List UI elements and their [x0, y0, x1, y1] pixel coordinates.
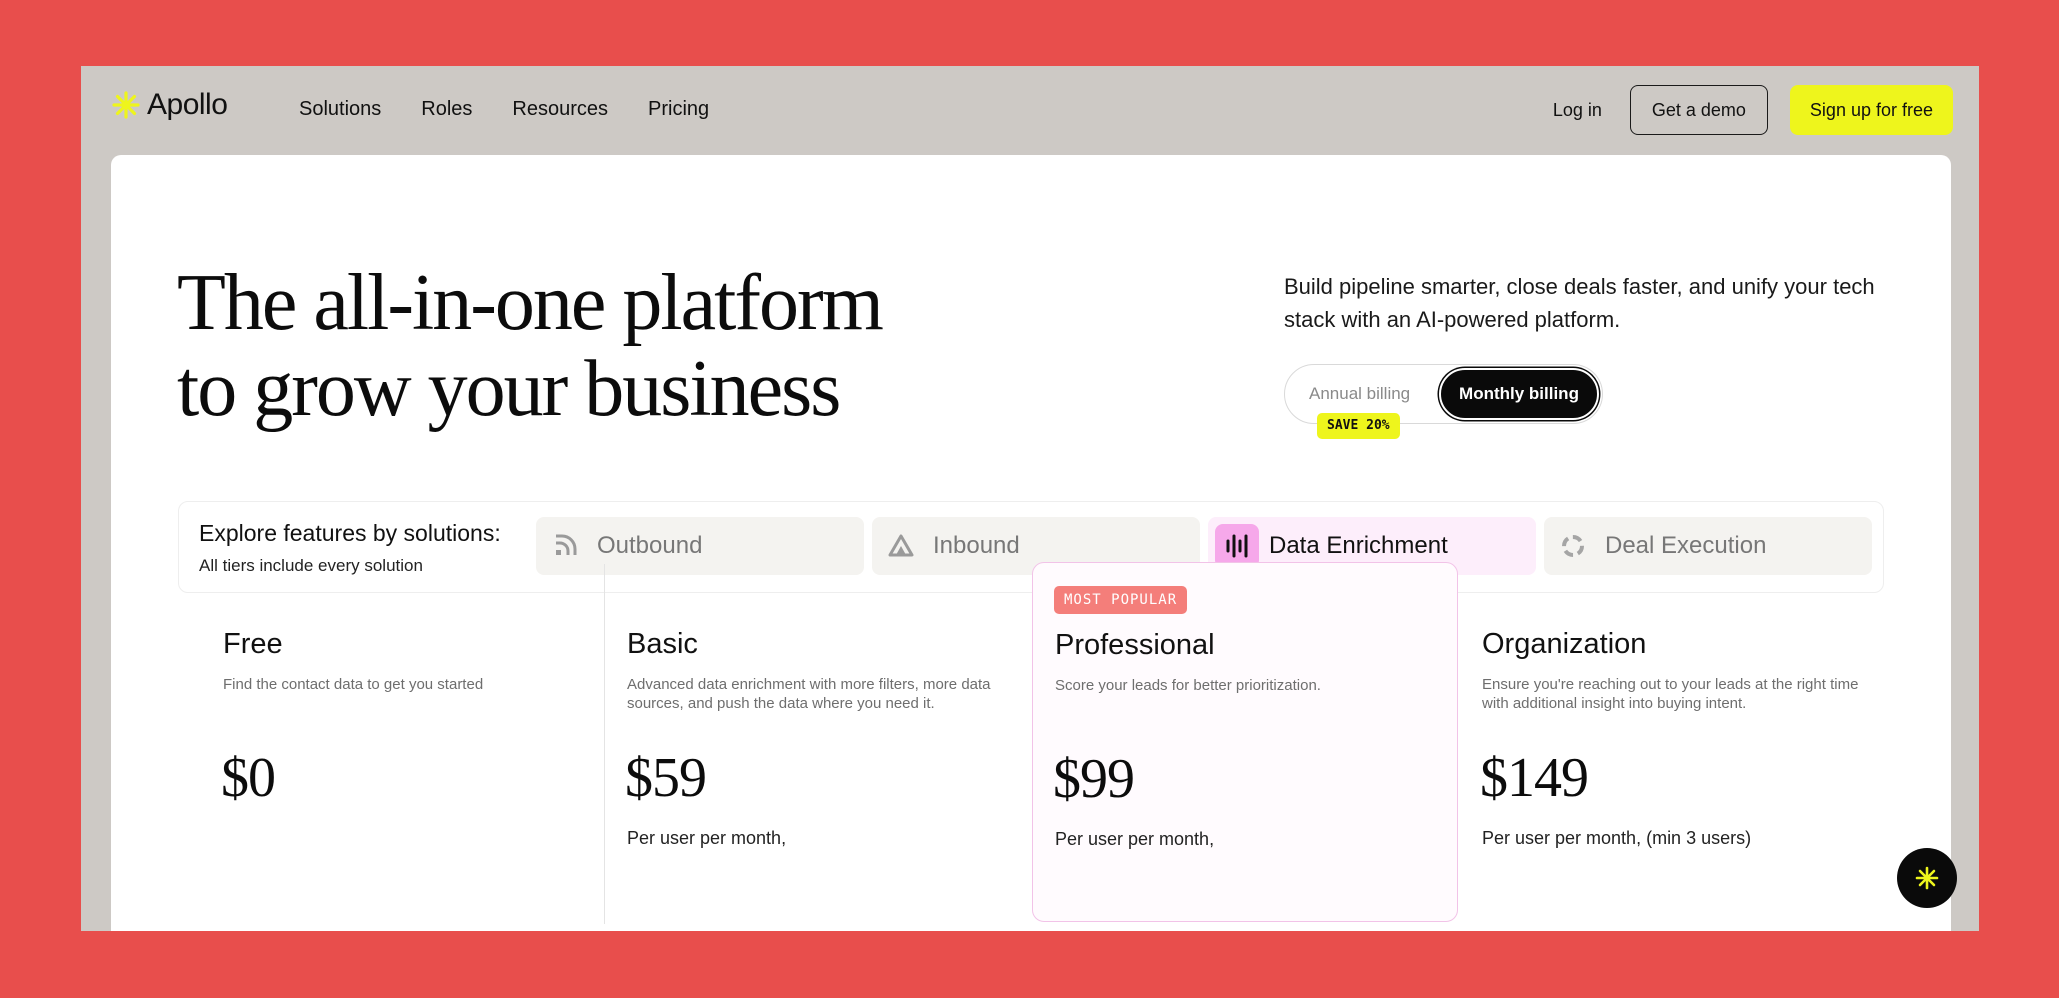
- nav-pricing[interactable]: Pricing: [648, 98, 709, 121]
- nav-roles[interactable]: Roles: [421, 98, 472, 121]
- login-link[interactable]: Log in: [1553, 100, 1602, 121]
- tab-data-enrichment-label: Data Enrichment: [1269, 532, 1448, 559]
- plan-free: Free Find the contact data to get you st…: [201, 564, 627, 924]
- hero-title-line-2: to grow your business: [177, 345, 841, 433]
- inbound-icon: [879, 524, 923, 568]
- apollo-asterisk-icon: [112, 91, 140, 119]
- most-popular-badge: MOST POPULAR: [1054, 586, 1188, 614]
- brand-name: Apollo: [147, 88, 228, 121]
- solutions-title: Explore features by solutions:: [199, 520, 501, 546]
- nav-solutions[interactable]: Solutions: [299, 98, 381, 121]
- plan-professional: MOST POPULAR Professional Score your lea…: [1032, 562, 1458, 922]
- browser-frame: Apollo Solutions Roles Resources Pricing…: [81, 66, 1979, 931]
- plan-price: $149: [1480, 747, 1589, 809]
- plan-price: $59: [625, 747, 707, 809]
- plan-description: Ensure you're reaching out to your leads…: [1482, 676, 1859, 712]
- plan-basic: Basic Advanced data enrichment with more…: [604, 564, 1030, 924]
- plan-description: Advanced data enrichment with more filte…: [627, 676, 991, 712]
- monthly-billing-option[interactable]: Monthly billing: [1439, 368, 1599, 420]
- tab-inbound-label: Inbound: [933, 532, 1020, 559]
- chat-button[interactable]: [1897, 848, 1957, 908]
- apollo-logo[interactable]: Apollo: [111, 88, 228, 122]
- plan-price: $0: [221, 747, 276, 809]
- plan-billing-note: Per user per month,: [627, 828, 787, 848]
- plan-description: Find the contact data to get you started: [223, 676, 484, 693]
- save-badge: SAVE 20%: [1317, 413, 1400, 439]
- plan-name: Free: [223, 628, 283, 660]
- main-nav: Solutions Roles Resources Pricing: [299, 98, 709, 121]
- tab-outbound-label: Outbound: [597, 532, 703, 559]
- nav-resources[interactable]: Resources: [512, 98, 608, 121]
- plan-description: Score your leads for better prioritizati…: [1055, 677, 1321, 694]
- top-navigation: Apollo Solutions Roles Resources Pricing…: [81, 66, 1979, 156]
- plan-billing-note: Per user per month, (min 3 users): [1482, 828, 1752, 848]
- auth-nav: Log in Get a demo Sign up for free: [1553, 85, 1953, 135]
- tab-deal-execution-label: Deal Execution: [1605, 532, 1767, 559]
- deal-execution-icon: [1551, 524, 1595, 568]
- apollo-chat-icon: [1915, 866, 1939, 890]
- hero-title: The all-in-one platform to grow your bus…: [177, 260, 1077, 432]
- plan-price: $99: [1053, 748, 1135, 810]
- get-demo-button[interactable]: Get a demo: [1629, 85, 1768, 135]
- plan-name: Basic: [627, 628, 698, 660]
- signup-button[interactable]: Sign up for free: [1789, 85, 1953, 135]
- plan-billing-note: Per user per month,: [1055, 829, 1215, 849]
- plan-name: Professional: [1055, 629, 1215, 661]
- annual-billing-option[interactable]: Annual billing: [1309, 384, 1410, 404]
- outbound-icon: [543, 524, 587, 568]
- plan-name: Organization: [1482, 628, 1647, 660]
- hero-subtitle: Build pipeline smarter, close deals fast…: [1284, 274, 1875, 332]
- hero-title-line-1: The all-in-one platform: [177, 259, 884, 347]
- plan-organization: Organization Ensure you're reaching out …: [1460, 564, 1886, 924]
